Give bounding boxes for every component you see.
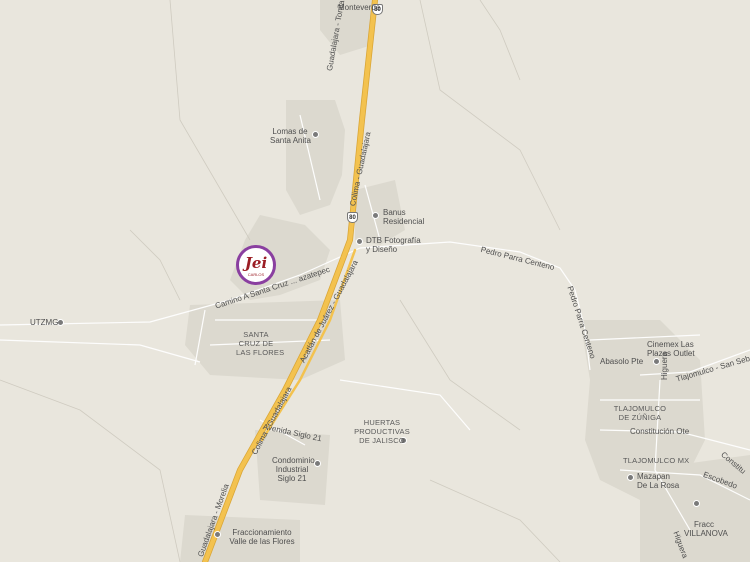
location-marker[interactable]: Jei CARLOS xyxy=(236,245,276,285)
poi-lomas[interactable] xyxy=(312,131,319,138)
label-banus: Banus Residencial xyxy=(383,208,425,226)
poi-fracc[interactable] xyxy=(214,531,221,538)
street-higuera-1: Higuera xyxy=(660,351,669,380)
label-tlajomulco-zuniga: TLAJOMULCO DE ZÚÑIGA xyxy=(613,404,667,422)
street-constitucion: Constitución Ote xyxy=(630,427,690,436)
label-fraccionamiento: Fraccionamiento Valle de las Flores xyxy=(229,528,295,546)
poi-dtb[interactable] xyxy=(356,238,363,245)
label-cinemex: Cinemex Las Plazas Outlet xyxy=(647,340,695,358)
poi-villanova[interactable] xyxy=(693,500,700,507)
label-condominio: Condominio Industrial Siglo 21 xyxy=(272,456,315,483)
label-villanova: Fracc VILLANOVA xyxy=(684,520,728,538)
map-canvas[interactable]: 80 80 Monteverde Lomas de Santa Anita Ba… xyxy=(0,0,750,562)
label-santa-cruz: SANTA CRUZ DE LAS FLORES xyxy=(236,330,285,357)
poi-condominio[interactable] xyxy=(314,460,321,467)
label-utzmg: UTZMG xyxy=(30,318,59,327)
poi-banus[interactable] xyxy=(372,212,379,219)
poi-cinemex[interactable] xyxy=(653,358,660,365)
urban-lomas xyxy=(286,100,345,215)
street-abasolo: Abasolo Pte xyxy=(600,357,644,366)
label-lomas: Lomas de Santa Anita xyxy=(270,127,311,145)
label-mazapan: Mazapan De La Rosa xyxy=(637,472,680,490)
label-dtb: DTB Fotografía y Diseño xyxy=(366,236,421,254)
highway-shield-middle: 80 xyxy=(347,212,358,223)
label-huertas: HUERTAS PRODUCTIVAS DE JALISCO xyxy=(354,418,410,445)
poi-mazapan[interactable] xyxy=(627,474,634,481)
marker-sub: CARLOS xyxy=(247,272,265,277)
label-tlajomulco-mx: TLAJOMULCO MX xyxy=(623,456,690,465)
marker-logo: Jei xyxy=(244,254,268,272)
